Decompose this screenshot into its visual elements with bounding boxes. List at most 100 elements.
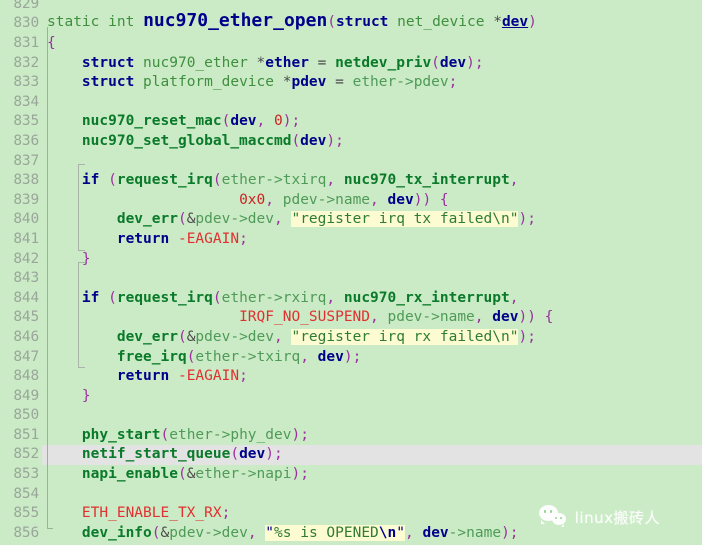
fold-column[interactable]: [42, 425, 47, 446]
code-line[interactable]: 854: [0, 484, 702, 505]
fold-column[interactable]: [42, 0, 47, 8]
line-content[interactable]: if (request_irq(ether->txirq, nuc970_tx_…: [47, 171, 702, 191]
fold-column[interactable]: [42, 112, 47, 132]
line-content[interactable]: return -EAGAIN;: [47, 367, 702, 387]
fold-column[interactable]: [42, 229, 47, 250]
code-line[interactable]: 838 if (request_irq(ether->txirq, nuc970…: [0, 171, 702, 191]
line-content[interactable]: ETH_ENABLE_TX_RX;: [47, 504, 702, 524]
line-number: 831: [0, 34, 42, 54]
fold-column[interactable]: [42, 151, 47, 172]
comma: ,: [300, 348, 318, 365]
code-editor[interactable]: 829 830 static int nuc970_ether_open(str…: [0, 0, 702, 545]
code-line[interactable]: 845 IRQF_NO_SUSPEND, pdev->name, dev)) {: [0, 308, 702, 328]
line-content[interactable]: static int nuc970_ether_open(struct net_…: [47, 8, 702, 34]
code-line[interactable]: 843: [0, 269, 702, 289]
comma: ,: [370, 191, 388, 208]
line-content[interactable]: 0x0, pdev->name, dev)) {: [47, 191, 702, 211]
escape-sequence: \n: [378, 524, 397, 541]
fold-column[interactable]: [42, 131, 47, 152]
code-line[interactable]: 829: [0, 0, 702, 8]
line-content[interactable]: }: [47, 387, 702, 407]
line-number: 855: [0, 504, 42, 524]
code-line[interactable]: 835 nuc970_reset_mac(dev, 0);: [0, 112, 702, 132]
line-content[interactable]: napi_enable(&ether->napi);: [47, 465, 702, 485]
line-content[interactable]: dev_err(&pdev->dev, "register irq rx fai…: [47, 328, 702, 348]
fold-column[interactable]: [42, 308, 47, 328]
code-line[interactable]: 850: [0, 406, 702, 426]
fold-column[interactable]: [42, 249, 47, 270]
line-content[interactable]: netif_start_queue(dev);: [47, 445, 702, 466]
fold-column[interactable]: [42, 269, 47, 289]
code-line[interactable]: 842 }: [0, 249, 702, 270]
arg-pdev-name: pdev->name: [282, 191, 371, 208]
line-content[interactable]: [47, 406, 702, 426]
fold-column[interactable]: [42, 523, 47, 544]
line-content[interactable]: struct platform_device *pdev = ether->pd…: [47, 73, 702, 93]
line-number: 841: [0, 229, 42, 250]
fold-column[interactable]: [42, 367, 47, 387]
comma: ,: [326, 289, 344, 306]
code-line[interactable]: 853 napi_enable(&ether->napi);: [0, 465, 702, 485]
fold-column[interactable]: [42, 347, 47, 368]
code-line[interactable]: 840 dev_err(&pdev->dev, "register irq tx…: [0, 210, 702, 230]
code-line[interactable]: 846 dev_err(&pdev->dev, "register irq rx…: [0, 327, 702, 348]
fold-column[interactable]: [42, 504, 47, 524]
fold-column[interactable]: [42, 327, 47, 348]
line-content[interactable]: nuc970_set_global_maccmd(dev);: [47, 132, 702, 152]
line-content[interactable]: dev_info(&pdev->dev, "%s is OPENED\n", d…: [47, 524, 702, 544]
function-name: nuc970_ether_open: [143, 10, 328, 31]
paren: )): [413, 191, 432, 208]
line-content[interactable]: [47, 152, 702, 172]
line-content[interactable]: struct nuc970_ether *ether = netdev_priv…: [47, 54, 702, 74]
fn-dev-err: dev_err: [116, 211, 178, 228]
comma: ,: [405, 524, 423, 541]
fold-column[interactable]: [42, 484, 47, 505]
code-line[interactable]: 851 phy_start(ether->phy_dev);: [0, 425, 702, 446]
line-content[interactable]: dev_err(&pdev->dev, "register irq tx fai…: [47, 210, 702, 230]
code-line[interactable]: 839 0x0, pdev->name, dev)) {: [0, 190, 702, 211]
code-line[interactable]: 830 static int nuc970_ether_open(struct …: [0, 8, 702, 34]
fold-column[interactable]: [42, 445, 47, 466]
fold-column[interactable]: [42, 406, 47, 426]
line-content[interactable]: [47, 485, 702, 505]
code-line-current[interactable]: 852 netif_start_queue(dev);: [0, 445, 702, 466]
code-line[interactable]: 836 nuc970_set_global_maccmd(dev);: [0, 131, 702, 152]
code-line[interactable]: 833 struct platform_device *pdev = ether…: [0, 73, 702, 93]
code-line[interactable]: 847 free_irq(ether->txirq, dev);: [0, 347, 702, 368]
code-line[interactable]: 831 {: [0, 34, 702, 54]
fold-column[interactable]: [42, 210, 47, 230]
line-content[interactable]: phy_start(ether->phy_dev);: [47, 426, 702, 446]
fold-column[interactable]: [42, 386, 47, 407]
fold-column[interactable]: [42, 92, 47, 113]
line-content[interactable]: return -EAGAIN;: [47, 230, 702, 250]
fold-column[interactable]: [42, 53, 47, 74]
code-line[interactable]: 832 struct nuc970_ether *ether = netdev_…: [0, 53, 702, 74]
line-content[interactable]: nuc970_reset_mac(dev, 0);: [47, 112, 702, 132]
line-content[interactable]: [47, 269, 702, 289]
code-line[interactable]: 834: [0, 92, 702, 113]
line-number: 843: [0, 269, 42, 289]
fold-column[interactable]: [42, 190, 47, 211]
arg-rx-interrupt: nuc970_rx_interrupt: [343, 289, 510, 306]
code-line[interactable]: 849 }: [0, 386, 702, 407]
paren: (: [212, 289, 222, 306]
fold-column[interactable]: [42, 34, 47, 54]
line-content[interactable]: [47, 0, 702, 8]
code-line[interactable]: 848 return -EAGAIN;: [0, 367, 702, 387]
code-line[interactable]: 856 dev_info(&pdev->dev, "%s is OPENED\n…: [0, 523, 702, 544]
code-line[interactable]: 844 if (request_irq(ether->rxirq, nuc970…: [0, 288, 702, 309]
fold-column[interactable]: [42, 288, 47, 309]
line-content[interactable]: }: [47, 250, 702, 270]
line-content[interactable]: {: [47, 34, 702, 54]
fold-column[interactable]: [42, 8, 47, 34]
fold-column[interactable]: [42, 171, 47, 191]
fold-column[interactable]: [42, 73, 47, 93]
fold-column[interactable]: [42, 465, 47, 485]
line-content[interactable]: IRQF_NO_SUSPEND, pdev->name, dev)) {: [47, 308, 702, 328]
code-line[interactable]: 841 return -EAGAIN;: [0, 229, 702, 250]
line-content[interactable]: free_irq(ether->txirq, dev);: [47, 348, 702, 368]
line-content[interactable]: if (request_irq(ether->rxirq, nuc970_rx_…: [47, 289, 702, 309]
code-line[interactable]: 855 ETH_ENABLE_TX_RX;: [0, 504, 702, 524]
code-line[interactable]: 837: [0, 151, 702, 172]
line-content[interactable]: [47, 93, 702, 113]
